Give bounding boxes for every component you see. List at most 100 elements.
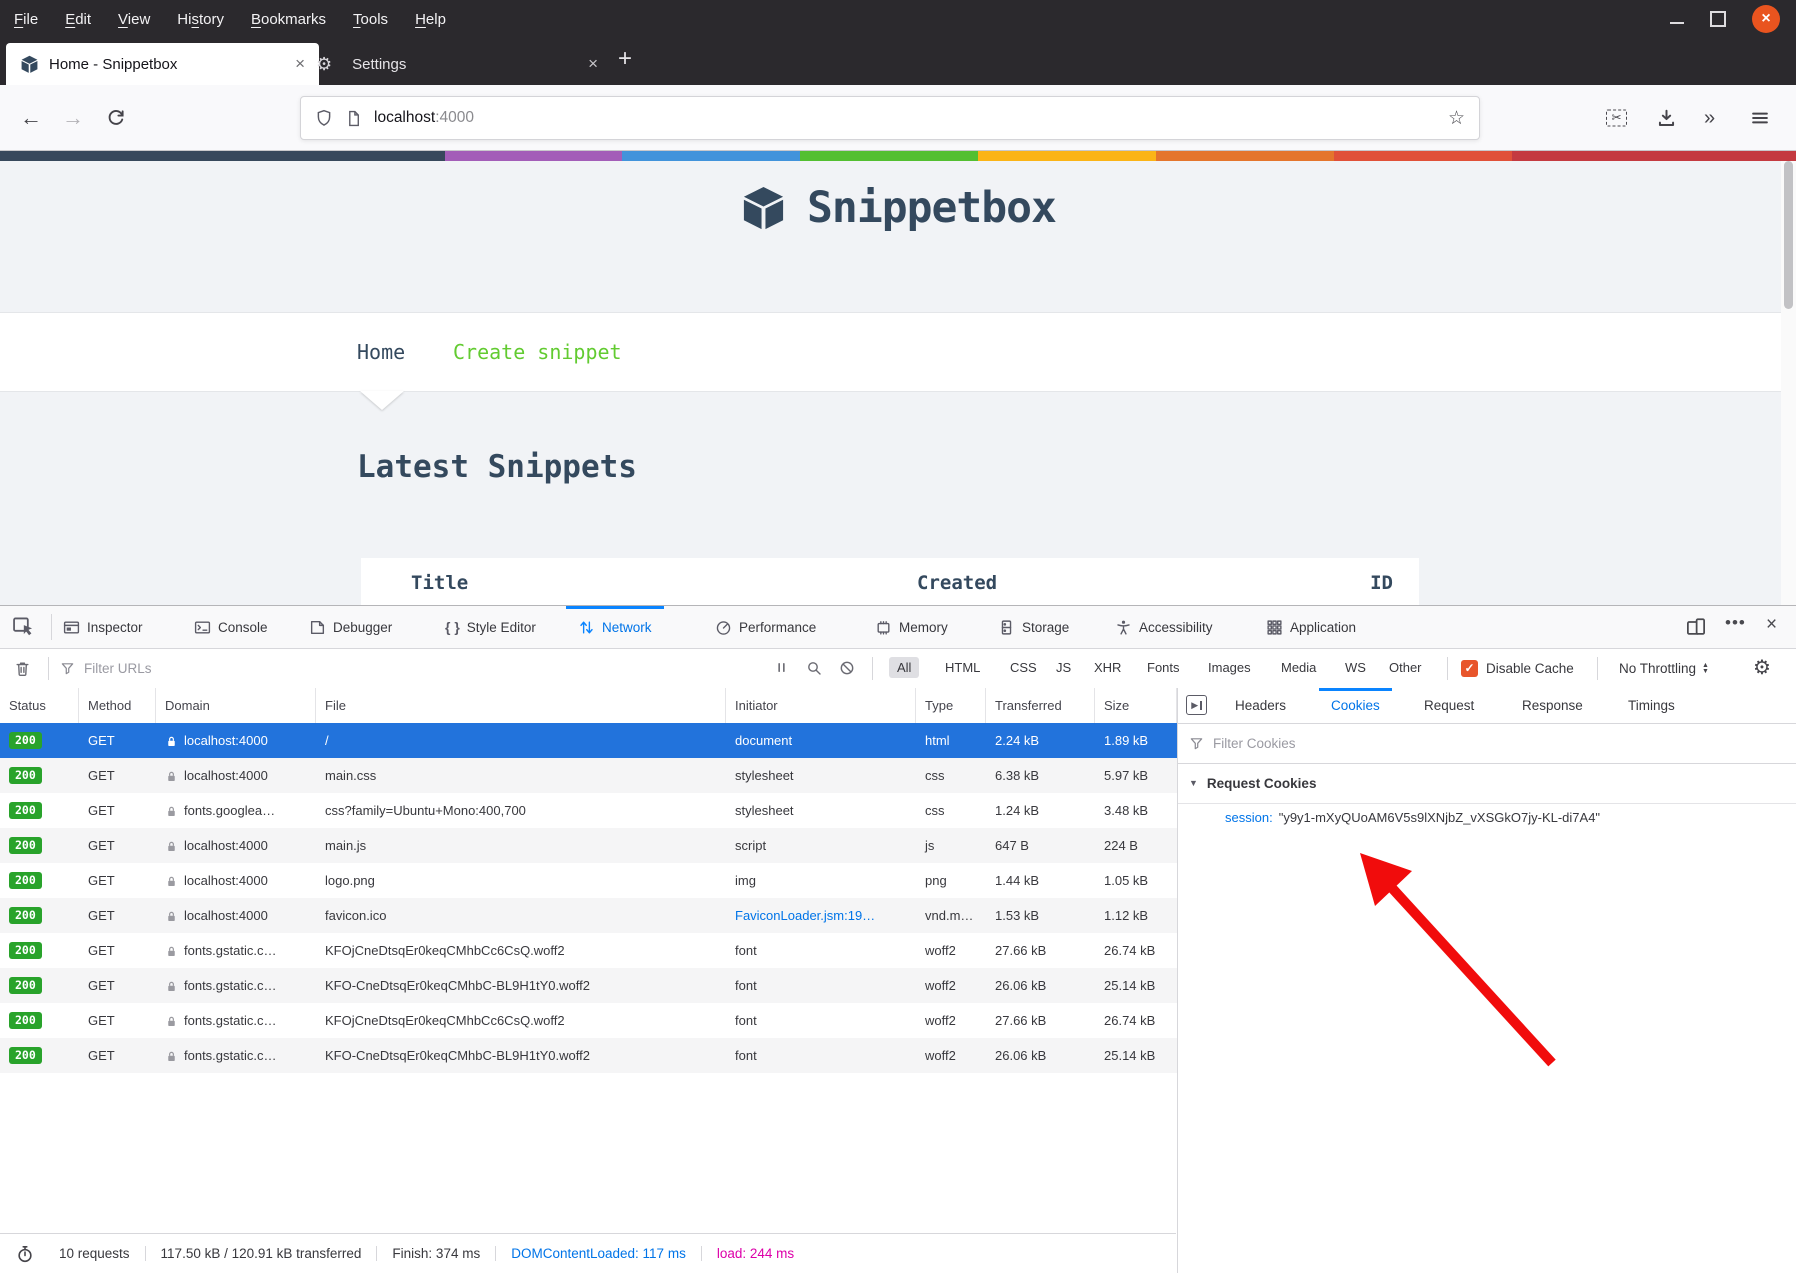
network-request-row[interactable]: 200GETlocalhost:4000/documenthtml2.24 kB… — [0, 723, 1177, 758]
type-filter-all[interactable]: All — [889, 657, 919, 678]
maximize-button[interactable] — [1710, 11, 1726, 27]
devtools-tab-debugger[interactable]: Debugger — [309, 606, 392, 648]
type-filter-xhr[interactable]: XHR — [1086, 657, 1129, 678]
hamburger-menu-icon[interactable] — [1750, 108, 1770, 128]
details-tab-timings[interactable]: Timings — [1628, 688, 1675, 723]
cell-type: png — [916, 863, 986, 898]
scrollbar-thumb[interactable] — [1784, 161, 1793, 309]
new-tab-button[interactable]: + — [612, 45, 638, 73]
menu-view[interactable]: View — [118, 11, 150, 28]
devtools-tab-performance[interactable]: Performance — [715, 606, 816, 648]
details-tab-request[interactable]: Request — [1424, 688, 1474, 723]
network-request-row[interactable]: 200GETlocalhost:4000logo.pngimgpng1.44 k… — [0, 863, 1177, 898]
meatball-menu-icon[interactable]: ••• — [1725, 613, 1746, 633]
responsive-design-icon[interactable] — [1686, 617, 1706, 637]
download-icon[interactable] — [1656, 107, 1677, 128]
close-tab-icon[interactable]: × — [584, 54, 602, 74]
tab-settings[interactable]: ⚙ Settings × — [300, 43, 612, 85]
network-column-type[interactable]: Type — [916, 688, 986, 723]
disable-cache-label[interactable]: Disable Cache — [1486, 649, 1574, 688]
devtools-tab-storage[interactable]: Storage — [998, 606, 1069, 648]
menu-bookmarks[interactable]: Bookmarks — [251, 11, 326, 28]
pick-element-icon[interactable] — [12, 615, 34, 637]
shield-icon[interactable] — [315, 109, 333, 127]
devtools-tab-memory[interactable]: Memory — [875, 606, 948, 648]
url-bar[interactable]: localhost:4000 ☆ — [300, 96, 1480, 140]
lock-icon — [165, 910, 178, 923]
devtools-tab-network[interactable]: Network — [578, 606, 652, 648]
network-request-row[interactable]: 200GETlocalhost:4000main.jsscriptjs647 B… — [0, 828, 1177, 863]
disable-cache-checkbox[interactable]: ✓ — [1461, 660, 1478, 677]
reload-icon[interactable] — [106, 108, 126, 128]
tab-home-snippetbox[interactable]: Home - Snippetbox × — [6, 43, 319, 85]
network-column-transferred[interactable]: Transferred — [986, 688, 1095, 723]
devtools-tab-console[interactable]: Console — [194, 606, 268, 648]
cookie-name: session: — [1225, 810, 1273, 825]
page-scrollbar[interactable] — [1781, 161, 1796, 605]
play-icon[interactable]: ▶ — [1186, 695, 1207, 715]
network-request-row[interactable]: 200GETlocalhost:4000main.cssstylesheetcs… — [0, 758, 1177, 793]
cell-transferred: 2.24 kB — [986, 723, 1095, 758]
cell-type: woff2 — [916, 1003, 986, 1038]
site-brand[interactable]: Snippetbox — [0, 183, 1796, 233]
session-cookie-row[interactable]: session:"y9y1-mXyQUoAM6V5s9lXNjbZ_vXSGkO… — [1225, 810, 1600, 825]
network-column-method[interactable]: Method — [79, 688, 156, 723]
nav-link-create-snippet[interactable]: Create snippet — [453, 313, 622, 391]
details-tab-headers[interactable]: Headers — [1235, 688, 1286, 723]
back-icon[interactable]: ← — [20, 107, 42, 129]
search-icon[interactable] — [806, 660, 822, 676]
pause-icon[interactable] — [774, 660, 789, 675]
type-filter-ws[interactable]: WS — [1337, 657, 1374, 678]
devtools-tab-inspector[interactable]: Inspector — [63, 606, 143, 648]
menu-file[interactable]: File — [14, 11, 38, 28]
block-icon[interactable] — [839, 660, 855, 676]
devtools-tab-style-editor[interactable]: { }Style Editor — [445, 606, 536, 648]
devtools-tab-accessibility[interactable]: Accessibility — [1115, 606, 1213, 648]
network-column-initiator[interactable]: Initiator — [726, 688, 916, 723]
type-filter-html[interactable]: HTML — [937, 657, 988, 678]
network-column-domain[interactable]: Domain — [156, 688, 316, 723]
type-filter-js[interactable]: JS — [1048, 657, 1079, 678]
cell-initiator: font — [726, 1038, 916, 1073]
menu-tools[interactable]: Tools — [353, 11, 388, 28]
close-window-button[interactable]: × — [1752, 5, 1780, 33]
details-tab-cookies[interactable]: Cookies — [1331, 688, 1380, 723]
network-settings-gear-icon[interactable]: ⚙ — [1753, 649, 1771, 688]
filter-cookies-input[interactable]: Filter Cookies — [1213, 736, 1296, 751]
forward-icon[interactable]: → — [62, 107, 84, 129]
network-request-row[interactable]: 200GETfonts.gstatic.c…KFO-CneDtsqEr0keqC… — [0, 1038, 1177, 1073]
network-request-row[interactable]: 200GETfonts.gstatic.c…KFO-CneDtsqEr0keqC… — [0, 968, 1177, 1003]
network-column-size[interactable]: Size — [1095, 688, 1177, 723]
network-request-row[interactable]: 200GETfonts.googlea…css?family=Ubuntu+Mo… — [0, 793, 1177, 828]
menu-history[interactable]: History — [177, 11, 224, 28]
cell-domain: fonts.gstatic.c… — [156, 1003, 316, 1038]
network-request-row[interactable]: 200GETfonts.gstatic.c…KFOjCneDtsqEr0keqC… — [0, 1003, 1177, 1038]
overflow-chevrons-icon[interactable]: » — [1704, 108, 1715, 128]
type-filter-images[interactable]: Images — [1200, 657, 1259, 678]
network-request-list: StatusMethodDomainFileInitiatorTypeTrans… — [0, 688, 1177, 1273]
cell-transferred: 27.66 kB — [986, 1003, 1095, 1038]
network-column-status[interactable]: Status — [0, 688, 79, 723]
page-icon[interactable] — [345, 110, 362, 127]
request-cookies-section[interactable]: ▼ Request Cookies — [1178, 763, 1796, 804]
type-filter-other[interactable]: Other — [1381, 657, 1430, 678]
details-tab-response[interactable]: Response — [1522, 688, 1583, 723]
type-filter-fonts[interactable]: Fonts — [1139, 657, 1188, 678]
close-devtools-icon[interactable]: × — [1766, 614, 1777, 636]
throttling-dropdown[interactable]: No Throttling ▲▼ — [1619, 649, 1709, 688]
type-filter-media[interactable]: Media — [1273, 657, 1324, 678]
type-filter-css[interactable]: CSS — [1002, 657, 1045, 678]
devtools-tab-application[interactable]: Application — [1266, 606, 1356, 648]
network-request-row[interactable]: 200GETlocalhost:4000favicon.icoFaviconLo… — [0, 898, 1177, 933]
minimize-button[interactable] — [1670, 22, 1684, 24]
menu-help[interactable]: Help — [415, 11, 446, 28]
filter-urls-input[interactable]: Filter URLs — [84, 649, 152, 688]
menu-edit[interactable]: Edit — [65, 11, 91, 28]
cell-type: css — [916, 793, 986, 828]
network-column-file[interactable]: File — [316, 688, 726, 723]
clear-requests-trash-icon[interactable] — [14, 660, 31, 677]
network-request-row[interactable]: 200GETfonts.gstatic.c…KFOjCneDtsqEr0keqC… — [0, 933, 1177, 968]
nav-link-home[interactable]: Home — [357, 313, 405, 391]
bookmark-star-icon[interactable]: ☆ — [1448, 107, 1465, 130]
screenshot-icon[interactable]: ✂ — [1606, 109, 1627, 126]
